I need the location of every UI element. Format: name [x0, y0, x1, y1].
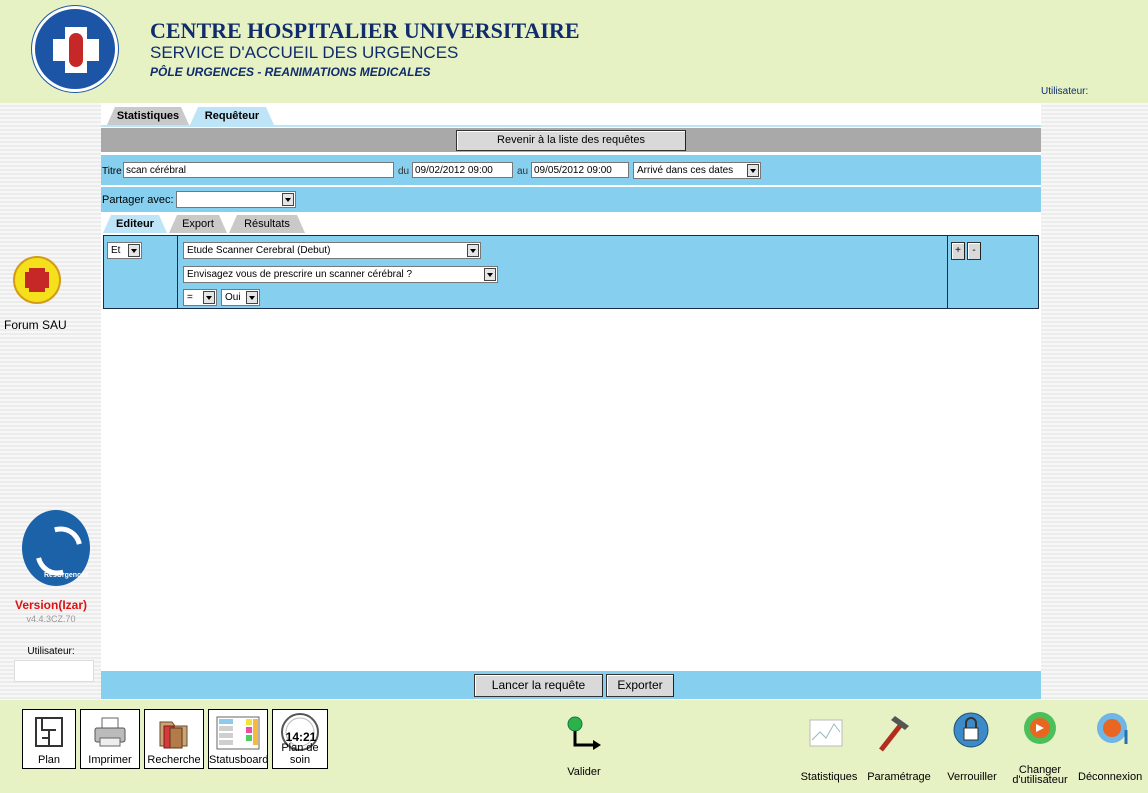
- chevron-down-icon: [747, 164, 759, 177]
- chu-nancy-logo: [32, 6, 118, 92]
- lock-label[interactable]: Verrouiller: [940, 771, 1004, 783]
- remove-criteria-button[interactable]: -: [967, 242, 981, 260]
- switch-user-icon[interactable]: [1021, 708, 1059, 748]
- share-label: Partager avec:: [102, 194, 174, 206]
- plan-button[interactable]: Plan: [22, 709, 76, 769]
- chevron-down-icon: [128, 244, 140, 257]
- version-name: Version(Izar): [14, 598, 88, 612]
- date-mode-value: Arrivé dans ces dates: [637, 165, 734, 176]
- from-label: du: [398, 166, 410, 177]
- hospital-title: CENTRE HOSPITALIER UNIVERSITAIRE: [150, 18, 580, 43]
- operator-select[interactable]: Et: [107, 242, 142, 259]
- version-number: v4.4.3CZ.70: [26, 614, 76, 624]
- service-title: SERVICE D'ACCUEIL DES URGENCES: [150, 43, 459, 62]
- settings-label[interactable]: Paramétrage: [864, 771, 934, 783]
- date-mode-select[interactable]: Arrivé dans ces dates: [633, 162, 761, 179]
- tab-editeur[interactable]: Editeur: [103, 215, 167, 233]
- right-sidebar: [1041, 103, 1148, 700]
- resurgences-logo-text: ResUrgences: [44, 572, 89, 579]
- to-label: au: [517, 166, 529, 177]
- share-select[interactable]: [176, 191, 296, 208]
- lock-icon[interactable]: [952, 710, 990, 750]
- care-plan-button[interactable]: 14:21 Plan de soin: [272, 709, 328, 769]
- tab-statistiques[interactable]: Statistiques: [107, 107, 189, 125]
- printer-icon: [94, 717, 126, 747]
- statistics-label[interactable]: Statistiques: [796, 771, 862, 783]
- comparator-select[interactable]: =: [183, 289, 217, 306]
- folders-icon: [159, 721, 188, 749]
- care-plan-label: Plan de soin: [281, 742, 319, 766]
- validate-signal-icon[interactable]: [563, 712, 603, 756]
- statusboard-label: Statusboard: [209, 754, 269, 766]
- add-criteria-button[interactable]: +: [951, 242, 965, 260]
- criteria-question-value: Envisagez vous de prescrire un scanner c…: [187, 269, 413, 280]
- logout-icon[interactable]: [1092, 710, 1136, 750]
- pole-title: PÔLE URGENCES - REANIMATIONS MEDICALES: [150, 65, 431, 79]
- forum-sau-logo[interactable]: [13, 256, 61, 304]
- title-input[interactable]: scan cérébral: [123, 162, 394, 178]
- chevron-down-icon: [246, 291, 258, 304]
- answer-value: Oui: [225, 292, 241, 303]
- tab-resultats[interactable]: Résultats: [229, 215, 305, 233]
- switch-user-label[interactable]: Changer d'utilisateur: [1010, 765, 1070, 786]
- forum-sau-link[interactable]: Forum SAU: [4, 318, 67, 332]
- resurgences-logo: ResUrgences: [22, 510, 92, 586]
- operator-value: Et: [111, 245, 121, 256]
- header-user-label: Utilisateur:: [1041, 86, 1089, 97]
- sidebar-user-label: Utilisateur:: [27, 646, 75, 657]
- chevron-down-icon: [484, 268, 496, 281]
- run-query-button[interactable]: Lancer la requête: [474, 674, 603, 697]
- statusboard-button[interactable]: Statusboard: [208, 709, 268, 769]
- search-label: Recherche: [147, 754, 201, 766]
- validate-label[interactable]: Valider: [552, 766, 616, 778]
- main-panel: Statistiques Requêteur Revenir à la list…: [101, 103, 1041, 700]
- hammer-icon[interactable]: [875, 710, 913, 754]
- chevron-down-icon: [467, 244, 479, 257]
- statusboard-icon: [216, 716, 260, 750]
- footer-toolbar: Plan Imprimer Recherche Statusboard 14:2…: [0, 700, 1148, 793]
- sidebar-user-box: [14, 660, 94, 682]
- plan-label: Plan: [37, 754, 61, 766]
- chevron-down-icon: [203, 291, 215, 304]
- criteria-question-select[interactable]: Envisagez vous de prescrire un scanner c…: [183, 266, 498, 283]
- criteria-field-select[interactable]: Etude Scanner Cerebral (Debut): [183, 242, 481, 259]
- date-from-input[interactable]: 09/02/2012 09:00: [412, 162, 513, 178]
- header-banner: CENTRE HOSPITALIER UNIVERSITAIRE SERVICE…: [0, 0, 1148, 103]
- tab-requeteur[interactable]: Requêteur: [190, 107, 274, 125]
- chevron-down-icon: [282, 193, 294, 206]
- export-button[interactable]: Exporter: [606, 674, 674, 697]
- back-to-queries-button[interactable]: Revenir à la liste des requêtes: [456, 130, 686, 151]
- date-to-input[interactable]: 09/05/2012 09:00: [531, 162, 629, 178]
- chart-icon[interactable]: [808, 716, 844, 750]
- title-label: Titre: [102, 166, 122, 177]
- floorplan-icon: [35, 717, 63, 747]
- print-label: Imprimer: [88, 754, 132, 766]
- criteria-field-value: Etude Scanner Cerebral (Debut): [187, 245, 331, 256]
- tab-underline: [101, 125, 1041, 127]
- search-button[interactable]: Recherche: [144, 709, 204, 769]
- tab-export[interactable]: Export: [169, 215, 227, 233]
- comparator-value: =: [187, 292, 193, 303]
- logout-label[interactable]: Déconnexion: [1078, 771, 1148, 783]
- answer-select[interactable]: Oui: [221, 289, 260, 306]
- print-button[interactable]: Imprimer: [80, 709, 140, 769]
